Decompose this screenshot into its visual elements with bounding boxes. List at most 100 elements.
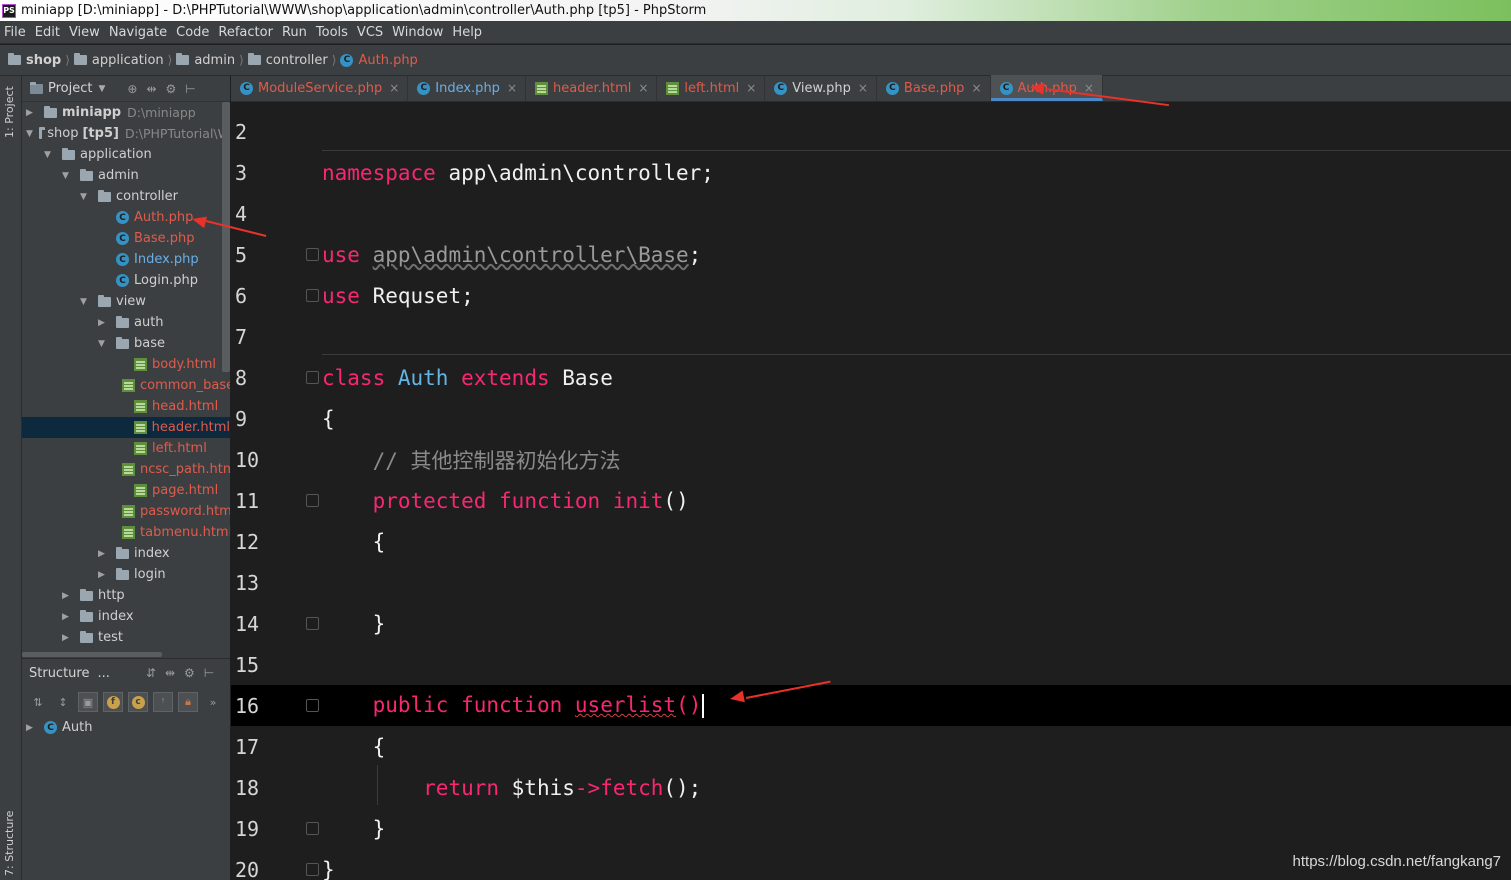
expanded-arrow-icon[interactable]: ▼ bbox=[26, 129, 33, 139]
tree-item[interactable]: password.htm bbox=[22, 501, 230, 522]
menu-vcs[interactable]: VCS bbox=[357, 25, 383, 40]
close-icon[interactable]: × bbox=[746, 81, 756, 95]
chevron-down-icon[interactable]: ▼ bbox=[98, 84, 105, 94]
project-tool-window-tab[interactable]: 1: Project bbox=[3, 86, 16, 138]
tree-item[interactable]: ▶ auth bbox=[22, 312, 230, 333]
code-line[interactable]: 7 bbox=[231, 316, 1511, 357]
code-line[interactable]: 17 { bbox=[231, 726, 1511, 767]
collapsed-arrow-icon[interactable]: ▶ bbox=[98, 549, 110, 559]
show-public-icon[interactable]: ꜝ bbox=[153, 692, 173, 712]
code-line[interactable]: 18 return $this->fetch(); bbox=[231, 767, 1511, 808]
tree-item[interactable]: ncsc_path.htm bbox=[22, 459, 230, 480]
show-inherited-icon[interactable]: ▣ bbox=[78, 692, 98, 712]
breadcrumb-admin[interactable]: admin ⟩ bbox=[176, 53, 244, 68]
code-line[interactable]: 11 protected function init() bbox=[231, 480, 1511, 521]
menu-run[interactable]: Run bbox=[282, 25, 307, 40]
show-fields-icon[interactable]: f bbox=[103, 692, 123, 712]
tree-item[interactable]: ▼ view bbox=[22, 291, 230, 312]
editor-tab[interactable]: left.html × bbox=[657, 75, 766, 101]
expanded-arrow-icon[interactable]: ▼ bbox=[44, 150, 56, 160]
code-line[interactable]: 9{ bbox=[231, 398, 1511, 439]
sort-by-visibility-icon[interactable]: ⇅ bbox=[28, 692, 48, 712]
project-scrollbar[interactable] bbox=[222, 102, 230, 372]
expand-all-icon[interactable]: ⇵ bbox=[146, 666, 156, 680]
structure-tool-window-tab[interactable]: 7: Structure bbox=[3, 811, 16, 876]
structure-item-auth[interactable]: ▶ C Auth bbox=[22, 717, 230, 738]
menu-help[interactable]: Help bbox=[452, 25, 482, 40]
editor-tab[interactable]: C Base.php × bbox=[877, 75, 991, 101]
menu-navigate[interactable]: Navigate bbox=[109, 25, 167, 40]
more-tools-icon[interactable]: » bbox=[203, 692, 223, 712]
tree-item[interactable]: ▼ controller bbox=[22, 186, 230, 207]
editor-tab[interactable]: C ModuleService.php × bbox=[231, 75, 409, 101]
expanded-arrow-icon[interactable]: ▼ bbox=[80, 192, 92, 202]
close-icon[interactable]: × bbox=[971, 81, 981, 95]
code-editor[interactable]: 2 3 namespace app\admin\controller; 4 5 use a… bbox=[231, 102, 1511, 880]
expanded-arrow-icon[interactable]: ▼ bbox=[80, 297, 92, 307]
fold-marker-icon[interactable] bbox=[306, 289, 319, 302]
tree-item[interactable]: body.html bbox=[22, 354, 230, 375]
code-line[interactable]: 6 use Requset; bbox=[231, 275, 1511, 316]
menu-window[interactable]: Window bbox=[392, 25, 443, 40]
expand-arrow-icon[interactable]: ▶ bbox=[26, 723, 38, 733]
menu-edit[interactable]: Edit bbox=[35, 25, 60, 40]
gear-icon[interactable]: ⚙ bbox=[184, 666, 195, 680]
menu-tools[interactable]: Tools bbox=[316, 25, 348, 40]
hide-panel-icon[interactable]: ⊢ bbox=[204, 666, 214, 680]
collapsed-arrow-icon[interactable]: ▶ bbox=[62, 591, 74, 601]
fold-marker-icon[interactable] bbox=[306, 617, 319, 630]
tree-item[interactable]: ▶ miniapp D:\miniapp bbox=[22, 102, 230, 123]
tree-item[interactable]: ▶ index bbox=[22, 606, 230, 627]
code-line[interactable]: 3 namespace app\admin\controller; bbox=[231, 152, 1511, 193]
menu-refactor[interactable]: Refactor bbox=[218, 25, 273, 40]
code-line[interactable]: 2 bbox=[231, 111, 1511, 152]
expanded-arrow-icon[interactable]: ▼ bbox=[98, 339, 110, 349]
tree-item[interactable]: ▼ shop [tp5] D:\PHPTutorial\W bbox=[22, 123, 230, 144]
tree-item[interactable]: head.html bbox=[22, 396, 230, 417]
tree-item[interactable]: ▼ base bbox=[22, 333, 230, 354]
collapsed-arrow-icon[interactable]: ▶ bbox=[62, 612, 74, 622]
expanded-arrow-icon[interactable]: ▼ bbox=[62, 171, 74, 181]
collapsed-arrow-icon[interactable]: ▶ bbox=[98, 570, 110, 580]
editor-tab[interactable]: C Index.php × bbox=[408, 75, 526, 101]
tree-item[interactable]: ▶ http bbox=[22, 585, 230, 606]
code-line[interactable]: 13 bbox=[231, 562, 1511, 603]
fold-marker-icon[interactable] bbox=[306, 371, 319, 384]
tree-item[interactable]: C Index.php bbox=[22, 249, 230, 270]
fold-marker-icon[interactable] bbox=[306, 494, 319, 507]
close-icon[interactable]: × bbox=[389, 81, 399, 95]
project-horizontal-scrollbar[interactable] bbox=[22, 652, 162, 657]
code-line[interactable]: 16 public function userlist() bbox=[231, 685, 1511, 726]
close-icon[interactable]: × bbox=[507, 81, 517, 95]
code-line[interactable]: 10 // 其他控制器初始化方法 bbox=[231, 439, 1511, 480]
fold-marker-icon[interactable] bbox=[306, 863, 319, 876]
code-line[interactable]: 8 class Auth extends Base bbox=[231, 357, 1511, 398]
tree-item[interactable]: C Login.php bbox=[22, 270, 230, 291]
code-line[interactable]: 15 bbox=[231, 644, 1511, 685]
tree-item[interactable]: ▼ admin bbox=[22, 165, 230, 186]
code-line[interactable]: 12 { bbox=[231, 521, 1511, 562]
tree-item[interactable]: C Base.php bbox=[22, 228, 230, 249]
fold-marker-icon[interactable] bbox=[306, 699, 319, 712]
collapsed-arrow-icon[interactable]: ▶ bbox=[26, 108, 38, 118]
tree-item[interactable]: ▶ login bbox=[22, 564, 230, 585]
tree-item[interactable]: tabmenu.html bbox=[22, 522, 230, 543]
tree-item[interactable]: ▶ index bbox=[22, 543, 230, 564]
code-line[interactable]: 5 use app\admin\controller\Base; bbox=[231, 234, 1511, 275]
close-icon[interactable]: × bbox=[858, 81, 868, 95]
tree-item[interactable]: page.html bbox=[22, 480, 230, 501]
code-line[interactable]: 14 } bbox=[231, 603, 1511, 644]
show-constants-icon[interactable]: c bbox=[128, 692, 148, 712]
collapsed-arrow-icon[interactable]: ▶ bbox=[62, 633, 74, 643]
tree-item[interactable]: ▶ test bbox=[22, 627, 230, 648]
editor-tab[interactable]: C View.php × bbox=[765, 75, 877, 101]
show-non-public-icon[interactable]: 🔒︎ bbox=[178, 692, 198, 712]
breadcrumb-auth-php[interactable]: C Auth.php bbox=[340, 53, 418, 68]
menu-file[interactable]: File bbox=[4, 25, 26, 40]
tree-item[interactable]: left.html bbox=[22, 438, 230, 459]
menu-view[interactable]: View bbox=[69, 25, 100, 40]
structure-more[interactable]: ... bbox=[97, 666, 109, 681]
collapse-all-icon[interactable]: ⇹ bbox=[165, 666, 175, 680]
code-line[interactable]: 19 } bbox=[231, 808, 1511, 849]
locate-file-icon[interactable]: ⊕ bbox=[127, 82, 137, 96]
